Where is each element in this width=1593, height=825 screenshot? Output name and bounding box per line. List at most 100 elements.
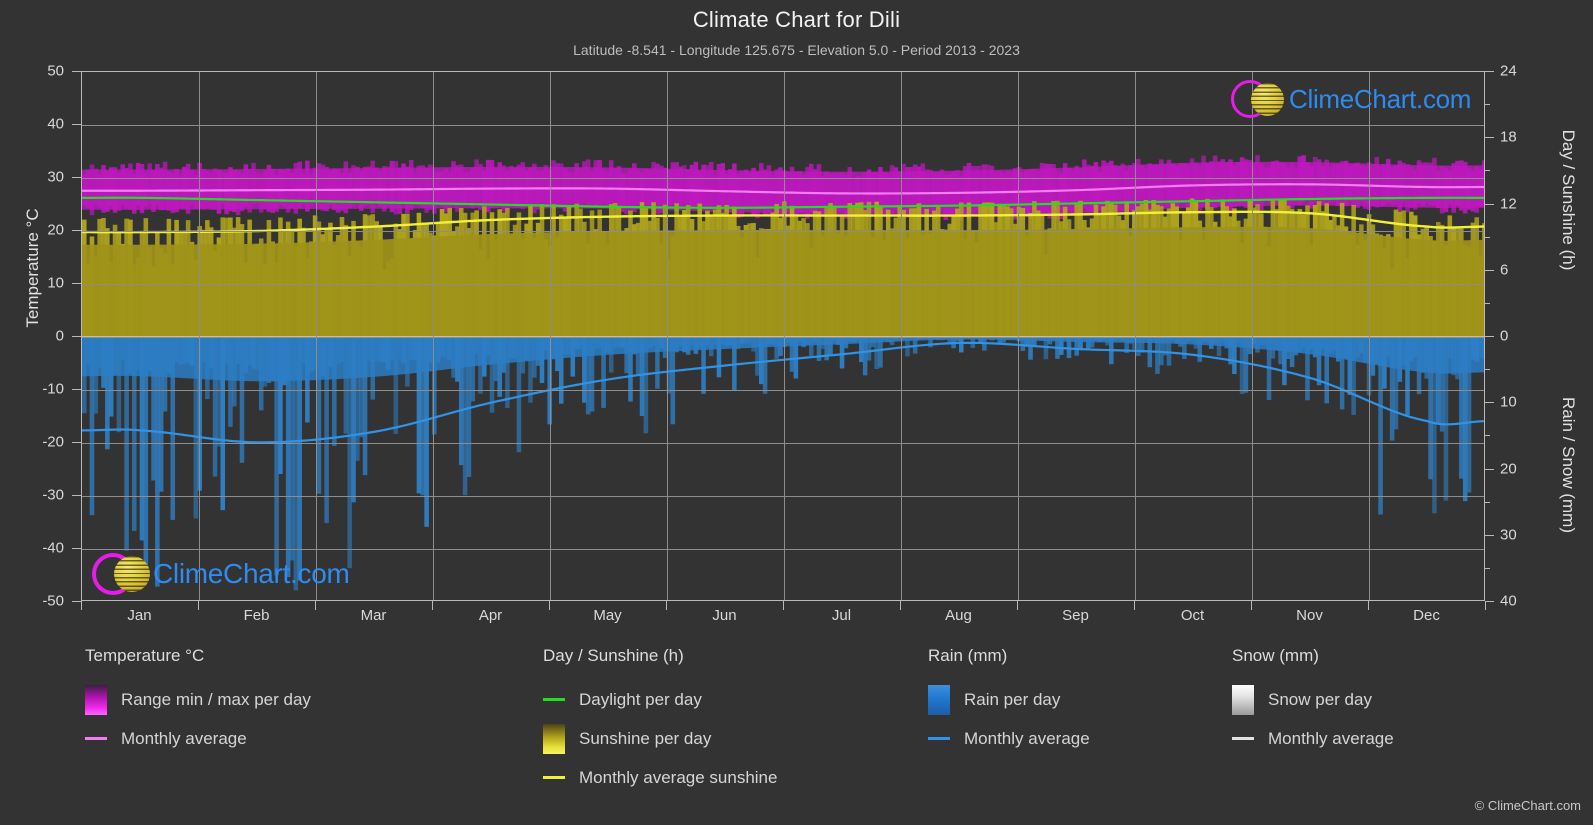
legend-item-snow-average: Monthly average xyxy=(1232,719,1532,758)
y-tick-right-mm xyxy=(1485,402,1494,404)
climechart-logo-top: ClimeChart.com xyxy=(1231,78,1471,120)
climechart-wordmark-top: ClimeChart.com xyxy=(1289,83,1472,114)
plot-gridlines xyxy=(82,72,1484,600)
legend-swatch-sunshine-average xyxy=(543,776,565,779)
y-tick-left xyxy=(72,336,81,337)
y-tick-label-right-mm: 20 xyxy=(1500,460,1517,477)
legend-swatch-rain-average xyxy=(928,737,950,740)
y-tick-left xyxy=(72,442,81,443)
legend-item-temp-average: Monthly average xyxy=(85,719,525,758)
grid-line-horizontal xyxy=(82,390,1484,391)
legend-label-daylight: Daylight per day xyxy=(579,689,702,709)
legend-label-snow-per-day: Snow per day xyxy=(1268,689,1372,709)
y-tick-label-left: -30 xyxy=(42,486,64,504)
y-tick-left xyxy=(72,283,81,284)
legend-item-rain-average: Monthly average xyxy=(928,719,1208,758)
y-tick-label-right-hours: 18 xyxy=(1500,128,1517,146)
legend-swatch-snow-average xyxy=(1232,737,1254,740)
legend-label-temp-average: Monthly average xyxy=(121,728,247,748)
y-tick-right-hours xyxy=(1485,203,1494,205)
legend-group-snow: Snow (mm) Snow per day Monthly average xyxy=(1232,646,1532,758)
legend-label-rain-average: Monthly average xyxy=(964,728,1090,748)
grid-line-horizontal xyxy=(82,337,1484,338)
legend-swatch-snow xyxy=(1232,684,1254,715)
legend-item-sunshine: Sunshine per day xyxy=(543,719,913,758)
x-tick-label-dec: Dec xyxy=(1413,607,1440,624)
grid-line-vertical xyxy=(784,72,785,600)
legend-label-sunshine: Sunshine per day xyxy=(579,728,712,748)
grid-line-horizontal xyxy=(82,284,1484,285)
climate-chart-plot xyxy=(81,71,1485,601)
legend-swatch-temp-range xyxy=(85,684,107,715)
y-tick-label-right-hours: 12 xyxy=(1500,195,1517,212)
y-tick-label-left: 50 xyxy=(47,62,64,80)
y-tick-label-right-hours: 24 xyxy=(1500,62,1517,80)
legend-group-temperature: Temperature °C Range min / max per day M… xyxy=(85,646,525,758)
legend-group-day-sunshine: Day / Sunshine (h) Daylight per day Suns… xyxy=(543,646,913,797)
grid-line-horizontal xyxy=(82,125,1484,126)
grid-line-vertical xyxy=(901,72,902,600)
legend-item-rain-per-day: Rain per day xyxy=(928,680,1208,719)
y-tick-right-mm xyxy=(1485,468,1494,470)
legend-title-temperature: Temperature °C xyxy=(85,646,205,665)
legend-item-daylight: Daylight per day xyxy=(543,680,913,719)
y-axis-title-day-sunshine: Day / Sunshine (h) xyxy=(1559,129,1578,271)
x-tick-label-aug: Aug xyxy=(945,607,972,624)
y-tick-label-left: -10 xyxy=(42,380,64,398)
legend-swatch-daylight xyxy=(543,698,565,701)
grid-line-vertical xyxy=(667,72,668,600)
y-tick-label-left: 0 xyxy=(55,327,64,345)
y-tick-left xyxy=(72,71,81,72)
x-tick-label-feb: Feb xyxy=(243,607,270,624)
legend-swatch-rain xyxy=(928,684,950,715)
climechart-globe-icon xyxy=(1231,78,1287,120)
y-tick-right-hours xyxy=(1485,71,1494,72)
y-tick-label-left: -40 xyxy=(42,539,64,557)
grid-line-vertical xyxy=(199,72,200,600)
y-axis-title-rain-snow: Rain / Snow (mm) xyxy=(1559,396,1578,534)
grid-line-vertical xyxy=(550,72,551,600)
legend-label-rain-per-day: Rain per day xyxy=(964,689,1061,709)
grid-line-vertical xyxy=(1018,72,1019,600)
y-tick-left xyxy=(72,495,81,496)
y-tick-label-right-mm: 10 xyxy=(1500,393,1517,411)
y-tick-left xyxy=(72,389,81,390)
legend-item-sunshine-average: Monthly average sunshine xyxy=(543,758,913,797)
x-tick-label-sep: Sep xyxy=(1062,607,1089,624)
y-tick-left xyxy=(72,230,81,231)
grid-line-horizontal xyxy=(82,549,1484,550)
legend-swatch-temp-average xyxy=(85,737,107,740)
grid-line-horizontal xyxy=(82,231,1484,232)
y-tick-label-right-mm: 40 xyxy=(1500,592,1517,610)
climechart-wordmark-bottom: ClimeChart.com xyxy=(153,558,350,589)
x-tick-label-may: May xyxy=(593,607,622,624)
y-tick-right-mm xyxy=(1485,601,1494,602)
page-title: Climate Chart for Dili xyxy=(692,7,901,32)
climechart-globe-icon xyxy=(92,551,150,597)
y-tick-right-minor xyxy=(1485,435,1490,437)
x-tick-label-mar: Mar xyxy=(360,607,387,624)
y-tick-right-minor xyxy=(1485,236,1490,238)
y-tick-right-minor xyxy=(1485,170,1490,172)
y-tick-right-minor xyxy=(1485,302,1490,304)
y-tick-right-minor xyxy=(1485,369,1490,371)
y-tick-left xyxy=(72,548,81,549)
y-tick-right-hours xyxy=(1485,269,1494,271)
y-tick-right-hours xyxy=(1485,137,1494,139)
y-tick-label-right-hours: 6 xyxy=(1500,261,1509,279)
grid-line-horizontal xyxy=(82,178,1484,179)
legend-label-snow-average: Monthly average xyxy=(1268,728,1394,748)
chart-legend: Temperature °C Range min / max per day M… xyxy=(0,646,1593,811)
legend-swatch-sunshine xyxy=(543,723,565,754)
y-tick-label-left: 30 xyxy=(47,168,64,186)
legend-title-snow: Snow (mm) xyxy=(1232,646,1319,665)
x-tick-label-jan: Jan xyxy=(127,607,152,624)
chart-subtitle: Latitude -8.541 - Longitude 125.675 - El… xyxy=(573,42,1020,58)
y-tick-label-left: 10 xyxy=(47,274,64,292)
y-tick-right-minor xyxy=(1485,501,1490,503)
legend-item-temp-range: Range min / max per day xyxy=(85,680,525,719)
grid-line-vertical xyxy=(1135,72,1136,600)
y-tick-right-minor xyxy=(1485,567,1490,569)
y-tick-label-right-hours: 0 xyxy=(1500,327,1509,345)
x-tick-label-jun: Jun xyxy=(712,607,737,624)
